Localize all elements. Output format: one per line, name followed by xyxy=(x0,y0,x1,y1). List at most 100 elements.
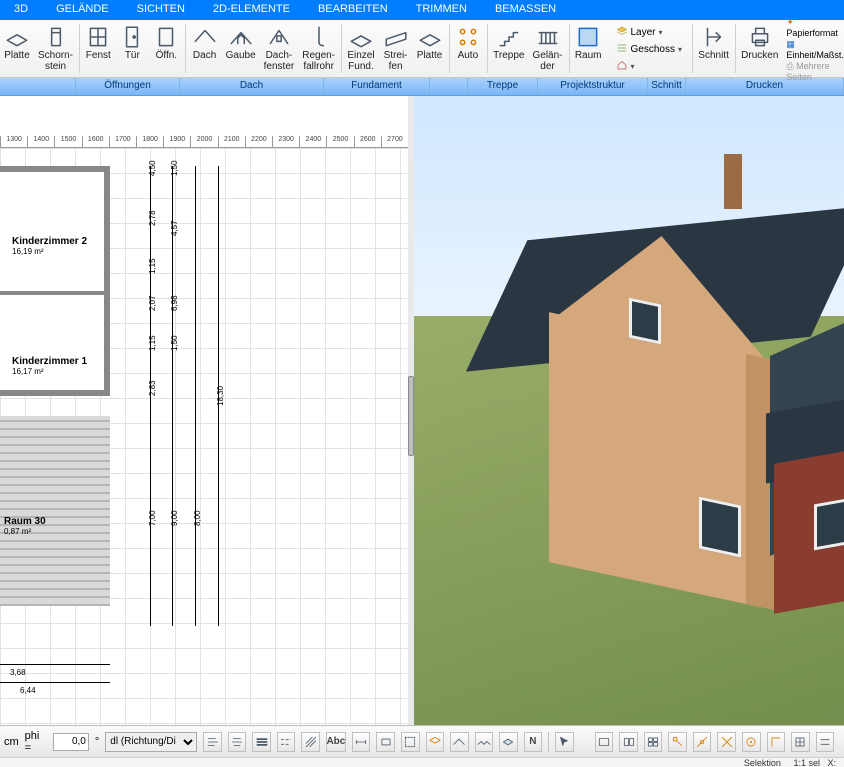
btn-layer-vis[interactable] xyxy=(426,732,445,752)
tool-gaube[interactable]: Gaube xyxy=(222,20,260,77)
btn-north[interactable]: N xyxy=(524,732,543,752)
menu-bearbeiten[interactable]: BEARBEITEN xyxy=(304,0,402,20)
dim-bot1: 3,68 xyxy=(10,668,26,677)
menu-3d[interactable]: 3D xyxy=(0,0,42,20)
tool-streifen[interactable]: Strei- fen xyxy=(379,20,413,77)
btn-snap-ctr[interactable] xyxy=(742,732,761,752)
menubar: 3D GELÄNDE SICHTEN 2D-ELEMENTE BEARBEITE… xyxy=(0,0,844,20)
dim-v9: 18,30 xyxy=(216,386,225,406)
menu-gelaende[interactable]: GELÄNDE xyxy=(42,0,123,20)
group-schnitt: Schnitt xyxy=(648,78,686,95)
btn-dim[interactable] xyxy=(352,732,371,752)
room-30: Raum 300,87 m² xyxy=(4,516,46,536)
tool-dach[interactable]: Dach xyxy=(188,20,222,77)
menu-sichten[interactable]: SICHTEN xyxy=(123,0,199,20)
btn-hatch[interactable] xyxy=(301,732,320,752)
btn-view-quad[interactable] xyxy=(644,732,663,752)
group-fundament: Fundament xyxy=(324,78,430,95)
tool-tuer[interactable]: Tür xyxy=(115,20,149,77)
dim-v12: 8,00 xyxy=(193,510,202,526)
group-blank2 xyxy=(430,78,468,95)
menu-trimmen[interactable]: TRIMMEN xyxy=(402,0,481,20)
btn-lines-thick[interactable] xyxy=(252,732,271,752)
inner-wall xyxy=(0,291,104,295)
dim-v7: 1,50 xyxy=(170,335,179,351)
window-annex xyxy=(814,498,844,551)
btn-view-single[interactable] xyxy=(595,732,614,752)
dim-v13: 4,50 xyxy=(148,160,157,176)
tool-drucken[interactable]: Drucken xyxy=(737,20,782,77)
status-x: X: xyxy=(827,758,836,767)
house-model xyxy=(514,166,844,616)
tool-schornstein[interactable]: Schorn- stein xyxy=(34,20,77,77)
house-icon xyxy=(616,59,628,74)
dim-col-3 xyxy=(195,166,196,626)
group-projekt: Projektstruktur xyxy=(538,78,648,95)
roof-icon xyxy=(192,24,218,50)
dim-v1: 2,78 xyxy=(148,210,157,226)
mode-select[interactable]: dl (Richtung/Di xyxy=(105,732,197,752)
tool-schnitt[interactable]: Schnitt xyxy=(694,20,733,77)
dim-v10: 9,00 xyxy=(170,510,179,526)
window-lower xyxy=(699,497,741,558)
btn-rect[interactable] xyxy=(376,732,395,752)
btn-view-split[interactable] xyxy=(619,732,638,752)
tool-platte2[interactable]: Platte xyxy=(413,20,447,77)
dim-v3: 1,15 xyxy=(148,258,157,274)
tool-auto[interactable]: Auto xyxy=(451,20,485,77)
btn-cursor[interactable] xyxy=(555,732,574,752)
ribbon-groups: Öffnungen Dach Fundament Treppe Projekts… xyxy=(0,78,844,96)
group-dach: Dach xyxy=(180,78,324,95)
printer-icon xyxy=(747,24,773,50)
downpipe-icon xyxy=(306,24,332,50)
building-dropdown[interactable] xyxy=(612,58,686,75)
tool-dachfenster[interactable]: Dach- fenster xyxy=(260,20,299,77)
btn-lines-dash[interactable] xyxy=(277,732,296,752)
einheit-button[interactable]: ▦ Einheit/Maßst. xyxy=(786,39,844,60)
tool-gelaender[interactable]: Gelän- der xyxy=(529,20,567,77)
btn-align-left[interactable] xyxy=(203,732,222,752)
status-bar: Selektion 1:1 sel X: xyxy=(0,757,844,767)
btn-text[interactable]: Abc xyxy=(326,732,346,752)
btn-transparency[interactable] xyxy=(499,732,518,752)
chimney-icon xyxy=(43,24,69,50)
tool-treppe[interactable]: Treppe xyxy=(489,20,528,77)
btn-snap-mid[interactable] xyxy=(693,732,712,752)
dim-v11: 7,00 xyxy=(148,510,157,526)
tool-einzelfund[interactable]: Einzel Fund. xyxy=(343,20,378,77)
btn-snap-perp[interactable] xyxy=(767,732,786,752)
tool-regenfallrohr[interactable]: Regen- fallrohr xyxy=(298,20,339,77)
3d-view[interactable] xyxy=(414,96,844,725)
btn-roof-toggle[interactable] xyxy=(450,732,469,752)
btn-more[interactable] xyxy=(816,732,835,752)
status-sel: Selektion xyxy=(744,758,781,767)
window-icon xyxy=(85,24,111,50)
tool-raum[interactable]: Raum xyxy=(571,20,606,77)
phi-input[interactable] xyxy=(53,733,89,751)
btn-select[interactable] xyxy=(401,732,420,752)
plan-view[interactable]: 130014001500 160017001800 190020002100 2… xyxy=(0,96,408,725)
chimney xyxy=(724,154,742,209)
tool-oeffnung[interactable]: Öffn. xyxy=(149,20,183,77)
btn-multi-roof[interactable] xyxy=(475,732,494,752)
dim-bot2: 6,44 xyxy=(20,686,36,695)
tool-fenster[interactable]: Fenst xyxy=(81,20,115,77)
papierformat-button[interactable]: ✦ Papierformat xyxy=(786,17,844,38)
stair-icon xyxy=(496,24,522,50)
btn-grid-toggle[interactable] xyxy=(791,732,810,752)
geschoss-dropdown[interactable]: Geschoss xyxy=(612,41,686,58)
door-icon xyxy=(119,24,145,50)
layers-icon xyxy=(616,25,628,40)
window-gable xyxy=(629,298,661,345)
menu-bemassen[interactable]: BEMASSEN xyxy=(481,0,570,20)
foundation-slab-icon xyxy=(417,24,443,50)
btn-snap-end[interactable] xyxy=(668,732,687,752)
menu-2d[interactable]: 2D-ELEMENTE xyxy=(199,0,304,20)
tool-platte[interactable]: Platte xyxy=(0,20,34,77)
btn-align-center[interactable] xyxy=(228,732,247,752)
layer-dropdown[interactable]: Layer xyxy=(612,24,686,41)
terrace-hatch xyxy=(0,416,110,606)
btn-snap-int[interactable] xyxy=(717,732,736,752)
storey-icon xyxy=(616,42,628,57)
print-options: ✦ Papierformat ▦ Einheit/Maßst. ⎙ Mehrer… xyxy=(782,20,844,77)
